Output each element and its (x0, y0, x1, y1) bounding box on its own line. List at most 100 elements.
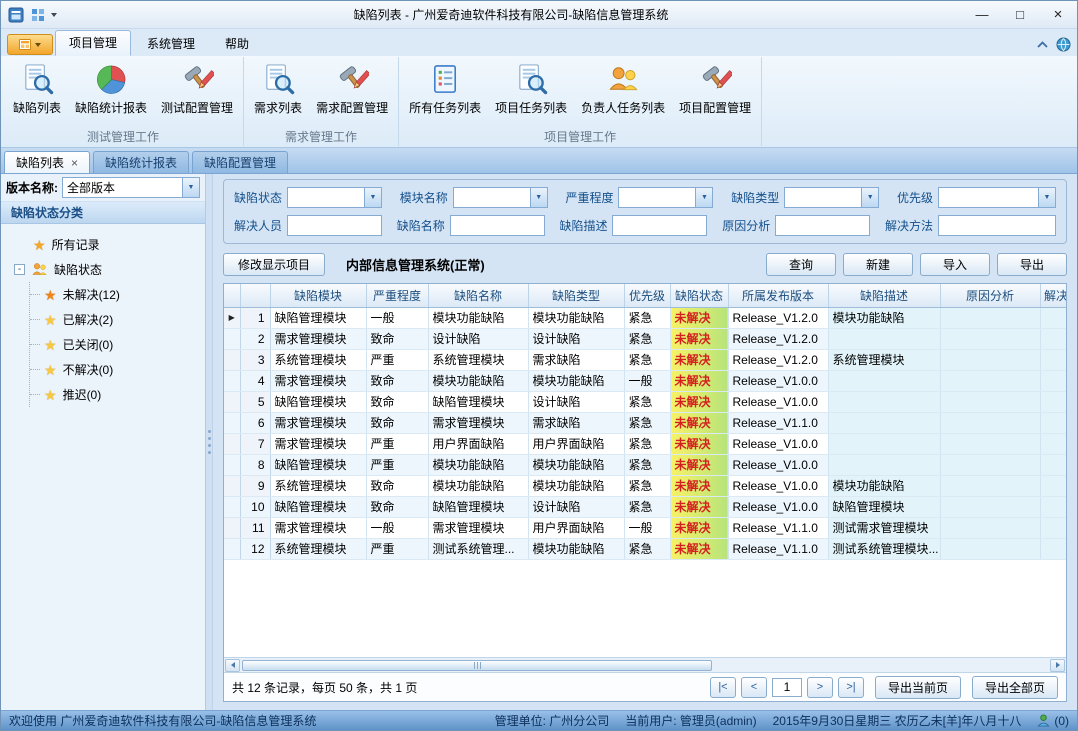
table-row[interactable]: 5缺陷管理模块致命缺陷管理模块设计缺陷紧急未解决Release_V1.0.0 (224, 391, 1066, 412)
cell-version: Release_V1.1.0 (728, 517, 828, 538)
filter-input[interactable] (287, 215, 382, 236)
cell-type: 设计缺陷 (528, 496, 624, 517)
column-header[interactable]: 缺陷模块 (270, 284, 366, 307)
help-icon[interactable] (1056, 37, 1071, 52)
scroll-right-icon[interactable] (1050, 659, 1065, 672)
ribbon-tab[interactable]: 帮助 (211, 31, 263, 56)
ribbon-button[interactable]: 所有任务列表 (402, 58, 488, 129)
import-button[interactable]: 导入 (920, 253, 990, 276)
filter-label: 解决人员 (234, 217, 282, 234)
chevron-down-icon[interactable]: ▼ (530, 188, 547, 207)
column-header[interactable]: 优先级 (624, 284, 670, 307)
chevron-down-icon[interactable]: ▼ (1038, 188, 1055, 207)
chevron-down-icon[interactable]: ▼ (182, 178, 199, 197)
document-tab[interactable]: 缺陷列表× (4, 151, 90, 173)
maximize-button[interactable]: □ (1003, 4, 1037, 26)
tree-item[interactable]: ★已解决(2) (30, 307, 205, 332)
first-page-button[interactable]: |< (710, 677, 736, 698)
filter-input[interactable] (450, 215, 545, 236)
table-row[interactable]: 7需求管理模块严重用户界面缺陷用户界面缺陷紧急未解决Release_V1.0.0 (224, 433, 1066, 454)
column-header[interactable]: 解决 (1040, 284, 1066, 307)
new-button[interactable]: 新建 (843, 253, 913, 276)
table-row[interactable]: 3系统管理模块严重系统管理模块需求缺陷紧急未解决Release_V1.2.0系统… (224, 349, 1066, 370)
ribbon-group-label: 测试管理工作 (6, 129, 240, 146)
prev-page-button[interactable]: < (741, 677, 767, 698)
app-menu-button[interactable] (7, 34, 53, 55)
quick-access-grid-icon[interactable] (29, 6, 47, 24)
document-tab[interactable]: 缺陷统计报表 (93, 151, 189, 173)
search-button[interactable]: 查询 (766, 253, 836, 276)
online-users: (0) (1037, 714, 1069, 728)
last-page-button[interactable]: >| (838, 677, 864, 698)
chevron-down-icon[interactable]: ▼ (861, 188, 878, 207)
ribbon-button[interactable]: 缺陷列表 (6, 58, 68, 129)
filter-input[interactable] (612, 215, 707, 236)
app-icon[interactable] (7, 6, 25, 24)
column-header[interactable]: 缺陷类型 (528, 284, 624, 307)
tree-item[interactable]: -缺陷状态 (5, 257, 205, 282)
collapse-ribbon-icon[interactable] (1036, 40, 1049, 49)
tree-item[interactable]: ★已关闭(0) (30, 332, 205, 357)
ribbon-tab[interactable]: 系统管理 (133, 31, 209, 56)
minimize-button[interactable]: — (965, 4, 999, 26)
table-row[interactable]: 11需求管理模块一般需求管理模块用户界面缺陷一般未解决Release_V1.1.… (224, 517, 1066, 538)
tree-item[interactable]: ★推迟(0) (30, 382, 205, 407)
filter-combo[interactable]: ▼ (287, 187, 382, 208)
row-indicator (224, 475, 240, 496)
quick-access-dropdown-icon[interactable] (51, 13, 57, 17)
table-row[interactable]: 10缺陷管理模块致命缺陷管理模块设计缺陷紧急未解决Release_V1.0.0缺… (224, 496, 1066, 517)
ribbon-button[interactable]: 需求列表 (247, 58, 309, 129)
column-header[interactable]: 所属发布版本 (728, 284, 828, 307)
tree-item[interactable]: ★未解决(12) (30, 282, 205, 307)
column-header[interactable]: 缺陷状态 (670, 284, 728, 307)
export-all-pages-button[interactable]: 导出全部页 (972, 676, 1058, 699)
export-button[interactable]: 导出 (997, 253, 1067, 276)
ribbon-button[interactable]: 测试配置管理 (154, 58, 240, 129)
ribbon-button[interactable]: 项目配置管理 (672, 58, 758, 129)
horizontal-scrollbar[interactable] (224, 657, 1066, 672)
filter-combo[interactable]: ▼ (453, 187, 548, 208)
close-icon[interactable]: × (71, 157, 78, 169)
export-current-page-button[interactable]: 导出当前页 (875, 676, 961, 699)
filter-combo[interactable]: ▼ (784, 187, 879, 208)
table-row[interactable]: 4需求管理模块致命模块功能缺陷模块功能缺陷一般未解决Release_V1.0.0 (224, 370, 1066, 391)
status-tree: ★所有记录-缺陷状态★未解决(12)★已解决(2)★已关闭(0)★不解决(0)★… (1, 224, 205, 710)
version-select[interactable]: 全部版本 ▼ (62, 177, 200, 198)
column-header[interactable]: 严重程度 (366, 284, 428, 307)
next-page-button[interactable]: > (807, 677, 833, 698)
collapse-icon[interactable]: - (14, 264, 25, 275)
cell-priority: 紧急 (624, 538, 670, 559)
document-tab[interactable]: 缺陷配置管理 (192, 151, 288, 173)
table-row[interactable]: ▶1缺陷管理模块一般模块功能缺陷模块功能缺陷紧急未解决Release_V1.2.… (224, 307, 1066, 328)
ribbon-button[interactable]: 项目任务列表 (488, 58, 574, 129)
table-row[interactable]: 12系统管理模块严重测试系统管理...模块功能缺陷紧急未解决Release_V1… (224, 538, 1066, 559)
ribbon-button[interactable]: 需求配置管理 (309, 58, 395, 129)
table-row[interactable]: 6需求管理模块致命需求管理模块需求缺陷紧急未解决Release_V1.1.0 (224, 412, 1066, 433)
filter-combo[interactable]: ▼ (618, 187, 713, 208)
ribbon-button[interactable]: 缺陷统计报表 (68, 58, 154, 129)
tree-item[interactable]: ★不解决(0) (30, 357, 205, 382)
chevron-down-icon[interactable]: ▼ (364, 188, 381, 207)
scrollbar-thumb[interactable] (242, 660, 712, 671)
ribbon-button[interactable]: 负责人任务列表 (574, 58, 672, 129)
close-button[interactable]: × (1041, 4, 1075, 26)
table-row[interactable]: 8缺陷管理模块严重模块功能缺陷模块功能缺陷紧急未解决Release_V1.0.0 (224, 454, 1066, 475)
modify-display-button[interactable]: 修改显示项目 (223, 253, 325, 276)
column-header[interactable]: 缺陷描述 (828, 284, 940, 307)
cell-severity: 一般 (366, 517, 428, 538)
tree-item[interactable]: ★所有记录 (5, 232, 205, 257)
filter-combo[interactable]: ▼ (938, 187, 1056, 208)
column-header[interactable] (224, 284, 240, 307)
filter-input[interactable] (938, 215, 1056, 236)
table-row[interactable]: 9系统管理模块致命模块功能缺陷模块功能缺陷紧急未解决Release_V1.0.0… (224, 475, 1066, 496)
chevron-down-icon[interactable]: ▼ (695, 188, 712, 207)
column-header[interactable]: 原因分析 (940, 284, 1040, 307)
column-header[interactable]: 缺陷名称 (428, 284, 528, 307)
column-header[interactable] (240, 284, 270, 307)
table-row[interactable]: 2需求管理模块致命设计缺陷设计缺陷紧急未解决Release_V1.2.0 (224, 328, 1066, 349)
scroll-left-icon[interactable] (225, 659, 240, 672)
page-number-input[interactable] (772, 678, 802, 697)
filter-input[interactable] (775, 215, 870, 236)
ribbon-tab[interactable]: 项目管理 (55, 30, 131, 56)
sidebar-splitter[interactable] (206, 174, 213, 710)
